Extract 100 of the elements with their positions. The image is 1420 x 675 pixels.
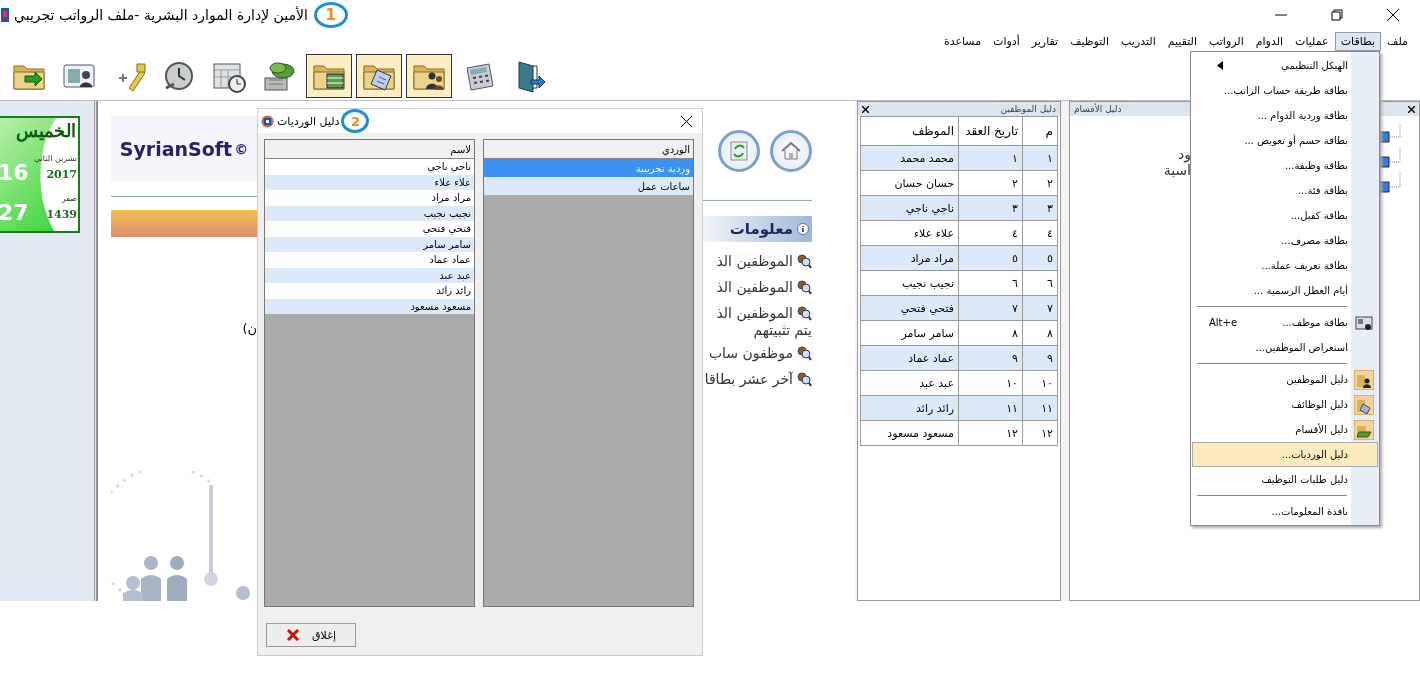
close-icon: [1386, 8, 1400, 22]
menu-item[interactable]: بطاقة وردية الدوام ...: [1192, 103, 1378, 128]
refresh-button[interactable]: [718, 130, 760, 172]
close-icon[interactable]: [1408, 105, 1415, 113]
menu-item[interactable]: التقييم: [1161, 31, 1203, 51]
copyright-mark: ©: [234, 140, 249, 157]
info-link[interactable]: آخر عشر بطاقا: [704, 371, 793, 387]
table-cell: ٢: [958, 170, 1023, 196]
column-header: لاسم: [265, 140, 474, 159]
year-label: 2017: [46, 168, 77, 181]
menu-item[interactable]: أدوات: [987, 31, 1026, 51]
close-button[interactable]: إغلاق: [266, 623, 356, 647]
table-cell: حسان حسان: [860, 170, 959, 196]
number-badge: 2: [341, 109, 370, 133]
menu-item[interactable]: بطاقة مصرف...: [1192, 228, 1378, 253]
list-row[interactable]: فتحي فتحي: [265, 221, 474, 237]
menu-item[interactable]: الهيكل التنظيمي: [1192, 53, 1378, 78]
menu-item[interactable]: ملف: [1381, 31, 1414, 51]
menu-item[interactable]: التدريب: [1115, 31, 1162, 51]
table-cell: ٦: [958, 270, 1023, 296]
magnifier-icon: [796, 279, 812, 295]
info-link[interactable]: الموظفين الذ: [716, 279, 793, 295]
table-cell: ٤: [958, 220, 1023, 246]
table-cell: مراد مراد: [860, 245, 959, 271]
close-icon[interactable]: [680, 114, 693, 128]
table-cell: ٦: [1022, 270, 1058, 296]
menu-item[interactable]: دليل الورديات...: [1192, 442, 1378, 467]
list-row[interactable]: مراد مراد: [265, 190, 474, 206]
table-cell: ناجي ناجي: [860, 195, 959, 221]
info-icon: [797, 223, 809, 235]
menu-item[interactable]: بطاقة كفيل...: [1192, 203, 1378, 228]
menu-item[interactable]: بطاقة وظيفة...: [1192, 153, 1378, 178]
menu-label: دليل الموظفين: [1286, 374, 1349, 385]
logo-text: SyrianSoft: [119, 137, 233, 160]
shortcut-label: Alt+e: [1209, 317, 1238, 328]
table-cell: ٥: [1022, 245, 1058, 271]
menu-item[interactable]: تقارير: [1025, 31, 1065, 51]
magnifier-icon: [796, 345, 812, 361]
info-link[interactable]: موظفون ساب: [708, 345, 793, 361]
table-cell: ١٠: [958, 370, 1023, 396]
menu-item[interactable]: دليل الأقسام: [1192, 417, 1378, 442]
table-cell: رائد رائد: [860, 395, 959, 421]
column-header: الموظف: [860, 116, 959, 146]
list-row[interactable]: عماد عماد: [265, 252, 474, 268]
info-link[interactable]: الموظفين الذ: [716, 253, 793, 269]
window-title: الأمين لإدارة الموارد البشرية -ملف الرواتب تجريبي: [14, 7, 308, 23]
menu-label: بطاقة وردية الدوام ...: [1257, 110, 1349, 121]
menu-label: بطاقة كفيل...: [1290, 210, 1349, 221]
table-cell: فتحي فتحي: [860, 295, 959, 321]
list-row[interactable]: ناجي ناجي: [265, 159, 474, 175]
menu-item[interactable]: عمليات: [1289, 31, 1335, 51]
menu-item[interactable]: نافذة المعلومات...: [1192, 499, 1378, 524]
day-number: 16: [0, 160, 29, 185]
menu-item[interactable]: استعراض الموظفين...: [1192, 335, 1378, 360]
info-link[interactable]: الموظفين الذ: [716, 305, 793, 321]
text-fragment: ود: [1178, 146, 1191, 162]
text-fragment: اسبة: [1163, 162, 1191, 178]
menu-item[interactable]: التوظيف: [1064, 31, 1116, 51]
toolbar-button[interactable]: [356, 54, 402, 98]
menu-label: بطاقة حسم أو تعويض ...: [1244, 135, 1349, 146]
table-cell: ١٠: [1022, 370, 1058, 396]
magnifier-icon: [796, 371, 812, 387]
menu-item[interactable]: بطاقة طريقة حساب الراتب...: [1192, 78, 1378, 103]
home-button[interactable]: [770, 130, 812, 172]
menu-item[interactable]: دليل طلبات التوظيف: [1192, 467, 1378, 492]
day-number: 27: [0, 200, 29, 225]
menu-label: نافذة المعلومات...: [1271, 506, 1349, 517]
menu-item[interactable]: الدوام: [1249, 31, 1290, 51]
table-cell: ٨: [958, 320, 1023, 346]
table-cell: ٥: [958, 245, 1023, 271]
menu-item[interactable]: بطاقة فئة...: [1192, 178, 1378, 203]
menu-item[interactable]: دليل الوظائف: [1192, 392, 1378, 417]
menu-item[interactable]: أيام العطل الرسمية ...: [1192, 278, 1378, 303]
menu-label: بطاقة مصرف...: [1281, 235, 1349, 246]
close-icon[interactable]: [862, 105, 869, 113]
table-cell: ١١: [958, 395, 1023, 421]
close-icon: [286, 629, 301, 641]
toolbar-button[interactable]: [406, 54, 452, 98]
home-icon: [780, 140, 802, 162]
menu-item[interactable]: بطاقة تعريف عملة...: [1192, 253, 1378, 278]
magnifier-icon: [796, 305, 812, 321]
info-link[interactable]: يتم تثبيتهم: [753, 322, 812, 338]
year-label: 1439: [46, 208, 77, 221]
menu-item[interactable]: بطاقات: [1334, 31, 1382, 51]
month-label: صفر: [61, 194, 77, 203]
menu-item[interactable]: الرواتب: [1203, 31, 1250, 51]
app-icon: [0, 7, 10, 23]
app-icon: [261, 114, 274, 128]
menu-item[interactable]: دليل الموظفين: [1192, 367, 1378, 392]
table-cell: ٩: [958, 345, 1023, 371]
menu-item[interactable]: مساعدة: [937, 31, 988, 51]
table-cell: ١١: [1022, 395, 1058, 421]
folder-icon: [1354, 369, 1374, 390]
list-row[interactable]: ساعات عمل: [484, 177, 693, 195]
toolbar-button[interactable]: [306, 54, 352, 98]
list-row[interactable]: رائد رائد: [265, 283, 474, 299]
menu-label: بطاقة طريقة حساب الراتب...: [1223, 85, 1349, 96]
menu-label: دليل طلبات التوظيف: [1261, 474, 1349, 485]
table-cell: ٣: [1022, 195, 1058, 221]
menu-item[interactable]: بطاقة حسم أو تعويض ...: [1192, 128, 1378, 153]
